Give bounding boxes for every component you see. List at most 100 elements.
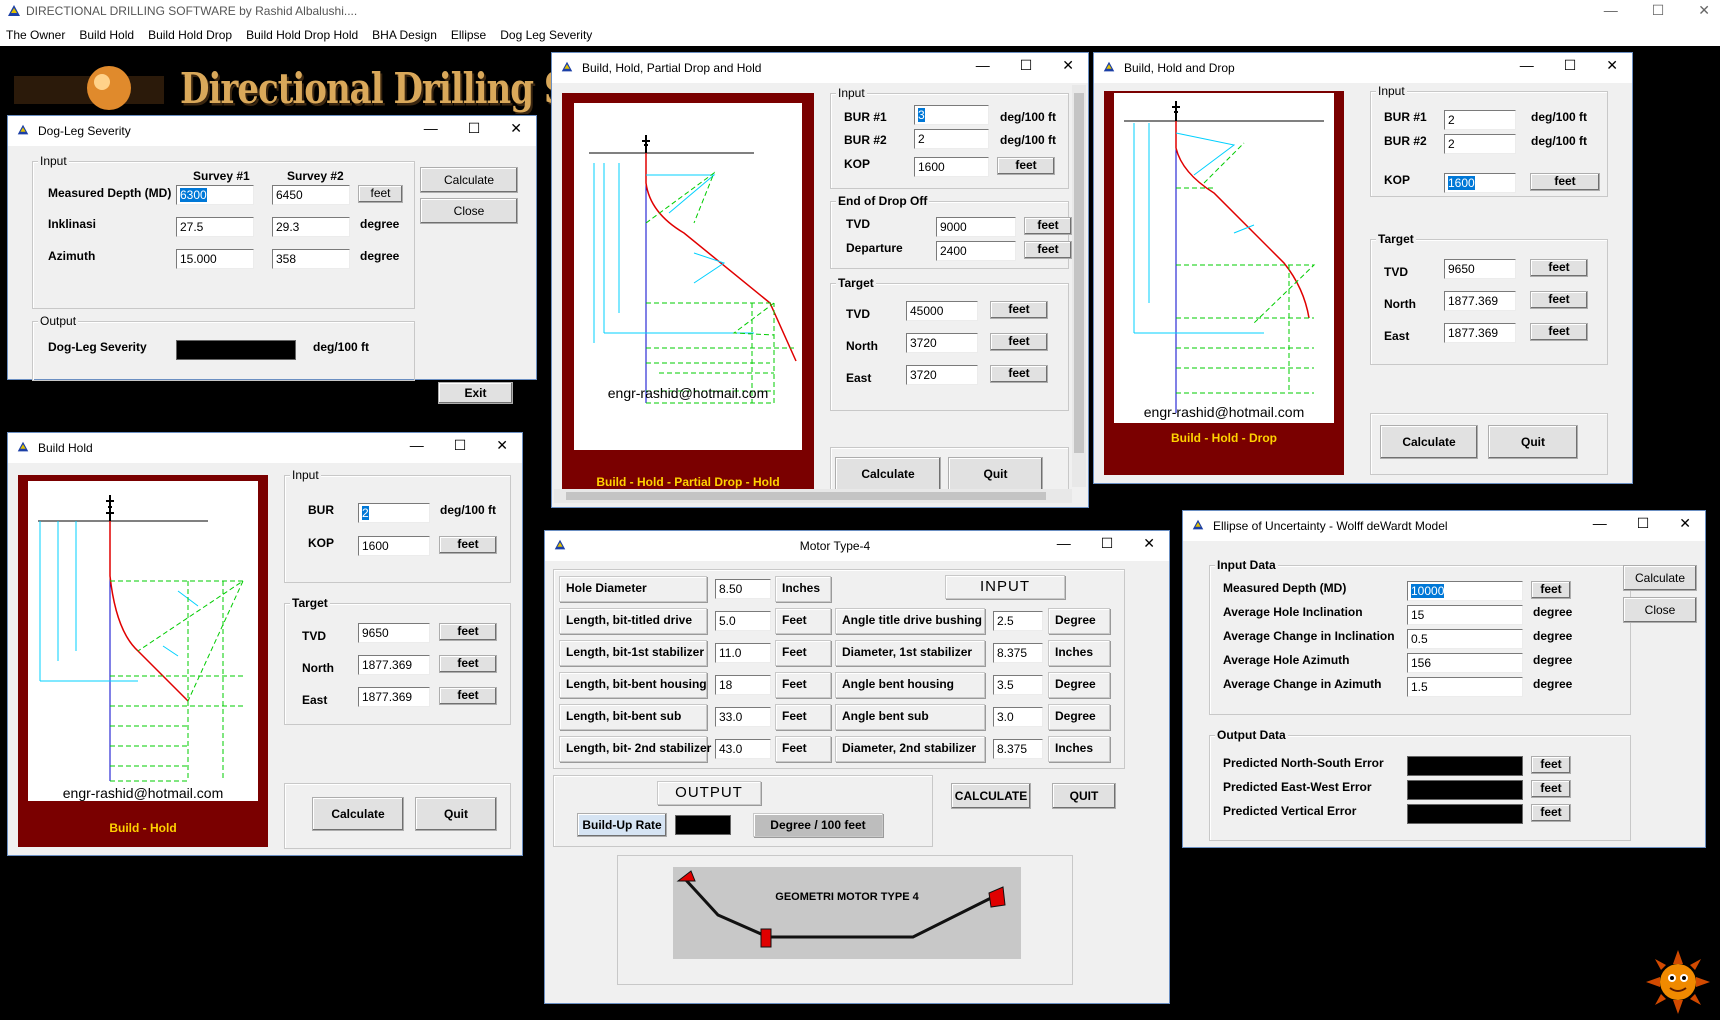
kop-unit-button[interactable]: feet: [1530, 173, 1600, 191]
hole-diameter-input[interactable]: 8.50: [715, 579, 771, 599]
minimize-icon[interactable]: —: [1057, 535, 1071, 552]
az-survey2-input[interactable]: 358: [272, 249, 350, 269]
inc-survey2-input[interactable]: 29.3: [272, 217, 350, 237]
tvd-unit-button[interactable]: feet: [439, 623, 497, 641]
north-unit-button[interactable]: feet: [439, 655, 497, 673]
bit-titled-drive-input[interactable]: 5.0: [715, 611, 771, 631]
maximize-icon[interactable]: ☐: [1101, 535, 1114, 552]
close-icon[interactable]: ✕: [1606, 57, 1618, 74]
quit-button[interactable]: Quit: [415, 797, 497, 831]
eod-departure-unit-button[interactable]: feet: [1024, 241, 1072, 259]
east-input[interactable]: 1877.369: [1444, 323, 1516, 343]
calculate-button[interactable]: Calculate: [420, 167, 518, 193]
target-east-input[interactable]: 3720: [906, 365, 978, 385]
kop-unit-button[interactable]: feet: [997, 157, 1055, 175]
minimize-icon[interactable]: —: [410, 437, 424, 454]
eod-tvd-unit-button[interactable]: feet: [1024, 217, 1072, 235]
inc-survey1-input[interactable]: 27.5: [176, 217, 254, 237]
close-button[interactable]: Close: [1623, 597, 1697, 623]
close-icon[interactable]: ✕: [510, 120, 522, 137]
minimize-icon[interactable]: —: [1604, 2, 1618, 19]
minimize-icon[interactable]: —: [424, 120, 438, 137]
diameter-2nd-stabilizer-input[interactable]: 8.375: [993, 739, 1043, 759]
kop-input[interactable]: 1600: [1444, 173, 1516, 193]
angle-bent-housing-input[interactable]: 3.5: [993, 675, 1043, 695]
kop-input[interactable]: 1600: [914, 157, 989, 177]
north-input[interactable]: 1877.369: [1444, 291, 1516, 311]
close-icon[interactable]: ✕: [1679, 515, 1691, 532]
menu-build-hold-drop-hold[interactable]: Build Hold Drop Hold: [246, 28, 358, 42]
maximize-icon[interactable]: ☐: [1020, 57, 1033, 74]
eod-tvd-input[interactable]: 9000: [936, 217, 1016, 237]
maximize-icon[interactable]: ☐: [1652, 2, 1665, 19]
north-unit-button[interactable]: feet: [1530, 291, 1588, 309]
avg-inclination-input[interactable]: 15: [1407, 605, 1523, 625]
md-input[interactable]: 10000: [1407, 581, 1523, 601]
md-survey1-input[interactable]: 6300: [176, 185, 254, 205]
tvd-input[interactable]: 9650: [358, 623, 430, 643]
tvd-input[interactable]: 9650: [1444, 259, 1516, 279]
diameter-1st-stabilizer-input[interactable]: 8.375: [993, 643, 1043, 663]
target-north-unit-button[interactable]: feet: [990, 333, 1048, 351]
ns-error-unit-button[interactable]: feet: [1531, 756, 1571, 774]
az-survey1-input[interactable]: 15.000: [176, 249, 254, 269]
bur1-input[interactable]: 2: [1444, 110, 1516, 130]
east-unit-button[interactable]: feet: [439, 687, 497, 705]
build-up-rate-button[interactable]: Build-Up Rate: [577, 813, 667, 837]
calculate-button[interactable]: Calculate: [835, 457, 941, 491]
close-icon[interactable]: ✕: [1062, 57, 1074, 74]
horizontal-scrollbar[interactable]: [554, 489, 1072, 503]
maximize-icon[interactable]: ☐: [1564, 57, 1577, 74]
avg-change-inclination-input[interactable]: 0.5: [1407, 629, 1523, 649]
maximize-icon[interactable]: ☐: [468, 120, 481, 137]
menu-ellipse[interactable]: Ellipse: [451, 28, 486, 42]
vertical-scrollbar[interactable]: [1072, 85, 1086, 487]
quit-button[interactable]: QUIT: [1052, 783, 1116, 809]
east-unit-button[interactable]: feet: [1530, 323, 1588, 341]
target-tvd-input[interactable]: 45000: [906, 301, 978, 321]
bit-bent-sub-input[interactable]: 33.0: [715, 707, 771, 727]
maximize-icon[interactable]: ☐: [1637, 515, 1650, 532]
bit-1st-stabilizer-input[interactable]: 11.0: [715, 643, 771, 663]
md-unit-button[interactable]: feet: [1531, 581, 1571, 599]
menu-bha-design[interactable]: BHA Design: [372, 28, 437, 42]
maximize-icon[interactable]: ☐: [454, 437, 467, 454]
calculate-button[interactable]: Calculate: [312, 797, 404, 831]
bur-input[interactable]: 2: [358, 503, 430, 523]
calculate-button[interactable]: Calculate: [1623, 565, 1697, 591]
quit-button[interactable]: Quit: [948, 457, 1043, 491]
angle-bent-sub-input[interactable]: 3.0: [993, 707, 1043, 727]
kop-unit-button[interactable]: feet: [439, 536, 497, 554]
target-north-input[interactable]: 3720: [906, 333, 978, 353]
vertical-error-unit-button[interactable]: feet: [1531, 804, 1571, 822]
avg-azimuth-input[interactable]: 156: [1407, 653, 1523, 673]
target-tvd-unit-button[interactable]: feet: [990, 301, 1048, 319]
bur1-input[interactable]: 3: [914, 105, 989, 125]
eod-departure-input[interactable]: 2400: [936, 241, 1016, 261]
close-button[interactable]: Close: [420, 198, 518, 224]
angle-tilt-drive-input[interactable]: 2.5: [993, 611, 1043, 631]
md-unit-button[interactable]: feet: [358, 185, 403, 203]
md-survey2-input[interactable]: 6450: [272, 185, 350, 205]
minimize-icon[interactable]: —: [1593, 515, 1607, 532]
tvd-unit-button[interactable]: feet: [1530, 259, 1588, 277]
bit-bent-housing-input[interactable]: 18: [715, 675, 771, 695]
minimize-icon[interactable]: —: [976, 57, 990, 74]
menu-the-owner[interactable]: The Owner: [6, 28, 65, 42]
bit-2nd-stabilizer-input[interactable]: 43.0: [715, 739, 771, 759]
exit-button[interactable]: Exit: [438, 382, 513, 404]
ew-error-unit-button[interactable]: feet: [1531, 780, 1571, 798]
menu-build-hold-drop[interactable]: Build Hold Drop: [148, 28, 232, 42]
calculate-button[interactable]: Calculate: [1380, 425, 1478, 459]
menu-build-hold[interactable]: Build Hold: [79, 28, 134, 42]
close-icon[interactable]: ✕: [496, 437, 508, 454]
bur2-input[interactable]: 2: [1444, 134, 1516, 154]
bur2-input[interactable]: 2: [914, 129, 989, 149]
close-icon[interactable]: ✕: [1143, 535, 1155, 552]
minimize-icon[interactable]: —: [1520, 57, 1534, 74]
menu-dog-leg-severity[interactable]: Dog Leg Severity: [500, 28, 592, 42]
quit-button[interactable]: Quit: [1488, 425, 1578, 459]
target-east-unit-button[interactable]: feet: [990, 365, 1048, 383]
kop-input[interactable]: 1600: [358, 536, 430, 556]
east-input[interactable]: 1877.369: [358, 687, 430, 707]
